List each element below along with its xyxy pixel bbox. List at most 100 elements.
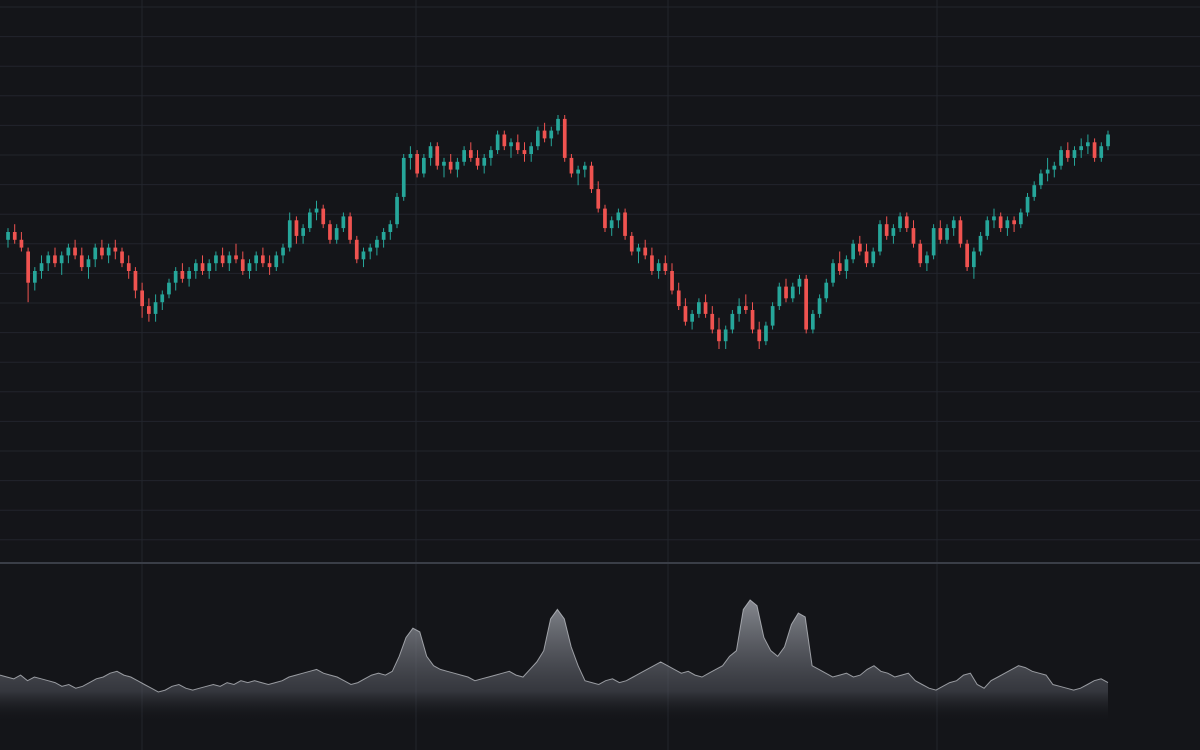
candle-body <box>133 271 138 291</box>
candle-body <box>992 216 996 221</box>
candle-body <box>100 247 104 256</box>
candle-body <box>797 278 802 287</box>
candle-body <box>254 255 258 264</box>
candle-body <box>1092 142 1097 158</box>
candle-body <box>898 216 902 229</box>
candle-body <box>287 220 292 248</box>
candle-body <box>348 216 352 240</box>
candle-body <box>790 286 795 299</box>
candle-body <box>904 216 909 229</box>
candle-body <box>817 298 822 314</box>
candle-body <box>831 263 835 283</box>
candle-body <box>401 157 406 197</box>
candle-body <box>710 313 715 330</box>
candle-body <box>925 255 929 264</box>
candle-body <box>891 228 896 236</box>
candle-body <box>66 247 71 256</box>
candle-body <box>744 306 748 310</box>
candle-body <box>549 130 554 139</box>
candle-body <box>576 169 580 174</box>
candle-body <box>375 239 379 248</box>
candle-body <box>147 306 151 314</box>
candle-body <box>1012 220 1016 225</box>
candle-body <box>596 189 601 209</box>
candle-body <box>858 243 862 252</box>
candle-body <box>502 134 507 147</box>
candle-body <box>46 255 51 264</box>
candle-body <box>489 150 493 158</box>
candle-body <box>583 165 587 170</box>
candle-body <box>1059 150 1063 166</box>
candle-body <box>167 282 171 295</box>
candle-body <box>321 208 326 225</box>
candle-body <box>777 286 782 307</box>
candle-body <box>1065 150 1070 158</box>
candle-body <box>522 150 527 154</box>
candle-body <box>214 255 218 264</box>
candle-body <box>448 161 453 170</box>
candle-body <box>703 302 708 314</box>
candle-body <box>864 251 869 264</box>
candle-body <box>643 247 648 256</box>
candle-body <box>542 130 547 139</box>
candle-body <box>86 259 91 268</box>
candle-body <box>354 239 359 260</box>
candle-body <box>53 255 57 264</box>
candle-body <box>415 154 419 174</box>
candle-body <box>1099 146 1104 158</box>
candle-body <box>972 251 976 268</box>
candle-body <box>26 251 30 283</box>
candle-body <box>878 224 882 252</box>
candle-body <box>187 271 191 279</box>
candle-body <box>670 271 674 291</box>
candle-body <box>1052 165 1057 170</box>
candle-body <box>529 146 533 154</box>
candle-body <box>79 255 84 268</box>
candle-body <box>951 220 956 229</box>
candle-body <box>509 142 513 147</box>
candle-body <box>676 290 681 307</box>
candle-body <box>663 263 668 271</box>
candle-body <box>240 259 245 271</box>
candle-body <box>824 282 829 299</box>
candle-body <box>274 255 279 268</box>
candle-body <box>650 255 654 271</box>
candle-body <box>697 302 701 314</box>
candle-body <box>1039 173 1043 186</box>
candle-body <box>609 220 614 229</box>
candle-body <box>1072 150 1077 158</box>
candle-body <box>395 196 399 225</box>
candle-body <box>911 228 916 244</box>
candle-body <box>603 208 607 229</box>
candle-body <box>428 146 433 158</box>
candle-body <box>683 306 688 322</box>
candle-body <box>381 232 386 240</box>
candle-body <box>811 313 815 330</box>
candle-body <box>623 212 627 236</box>
candle-body <box>120 251 124 264</box>
candle-body <box>469 150 473 158</box>
candle-body <box>39 263 44 271</box>
candle-body <box>261 255 265 264</box>
candle-body <box>1045 169 1050 174</box>
candle-body <box>784 286 788 299</box>
candle-body <box>19 239 24 248</box>
candle-body <box>341 216 346 229</box>
candle-body <box>1032 185 1037 197</box>
candle-body <box>515 142 520 151</box>
candle-body <box>435 146 440 166</box>
candle-body <box>227 255 232 264</box>
candle-body <box>455 161 460 170</box>
candle-body <box>918 243 923 264</box>
candle-body <box>200 263 205 271</box>
candle-body <box>334 228 339 240</box>
candle-body <box>160 294 165 303</box>
candle-body <box>294 220 299 236</box>
candle-body <box>93 247 98 260</box>
candle-body <box>938 228 943 240</box>
candle-body <box>730 313 735 330</box>
candle-body <box>636 247 641 252</box>
candle-body <box>1106 134 1110 147</box>
candle-body <box>998 216 1003 229</box>
candle-body <box>281 247 285 256</box>
